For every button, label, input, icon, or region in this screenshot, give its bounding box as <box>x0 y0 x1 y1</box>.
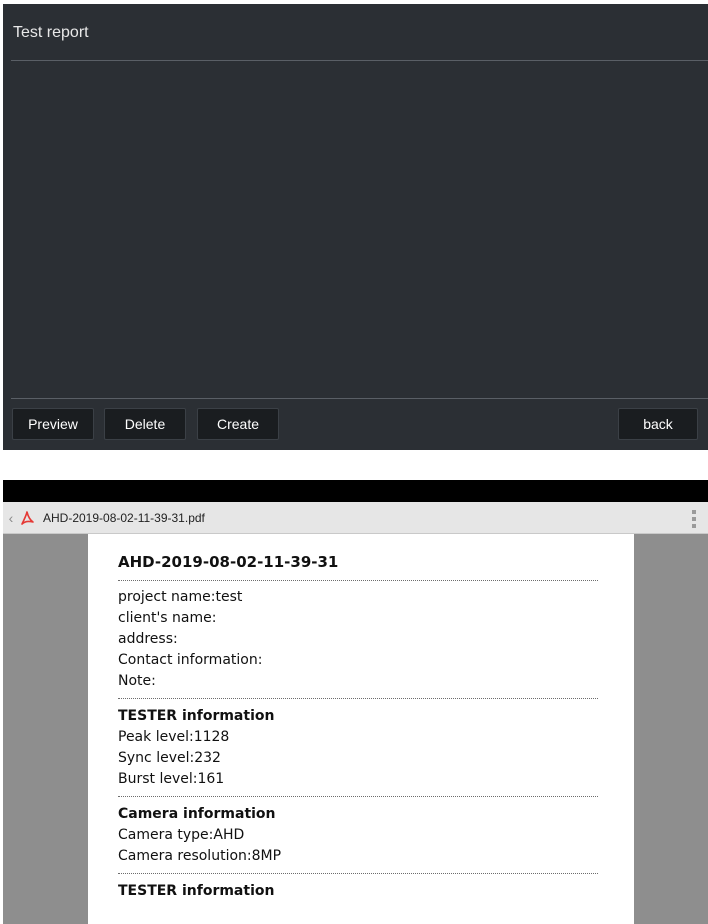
pdf-icon <box>19 510 35 526</box>
file-name: AHD-2019-08-02-11-39-31.pdf <box>43 510 205 525</box>
tester-heading: TESTER information <box>118 708 275 724</box>
status-bar <box>3 480 708 502</box>
sync-level: Sync level:232 <box>118 750 221 766</box>
overflow-dot <box>692 524 696 528</box>
pdf-page-content: AHD-2019-08-02-11-39-31 project name:tes… <box>118 550 598 902</box>
client-name: client's name: <box>118 610 217 626</box>
contact-information: Contact information: <box>118 652 263 668</box>
dotted-separator <box>118 796 598 797</box>
address: address: <box>118 631 178 647</box>
preview-button[interactable]: Preview <box>12 408 94 440</box>
report-list[interactable] <box>11 61 708 398</box>
chevron-left-icon[interactable]: ‹ <box>5 510 17 526</box>
back-button[interactable]: back <box>618 408 698 440</box>
viewer-toolbar: ‹ AHD-2019-08-02-11-39-31.pdf <box>3 502 708 534</box>
burst-level: Burst level:161 <box>118 771 225 787</box>
dotted-separator <box>118 873 598 874</box>
dotted-separator <box>118 580 598 581</box>
bottom-divider <box>11 398 708 399</box>
overflow-dot <box>692 517 696 521</box>
overflow-menu-icon[interactable] <box>692 510 696 528</box>
pdf-icon-glyph <box>21 510 34 525</box>
document-title: AHD-2019-08-02-11-39-31 <box>118 553 339 571</box>
pdf-viewer: ‹ AHD-2019-08-02-11-39-31.pdf AHD-2019-0… <box>3 480 708 924</box>
peak-level: Peak level:1128 <box>118 729 230 745</box>
delete-button[interactable]: Delete <box>104 408 186 440</box>
create-button[interactable]: Create <box>197 408 279 440</box>
project-name: project name:test <box>118 589 243 605</box>
dotted-separator <box>118 698 598 699</box>
note: Note: <box>118 673 156 689</box>
tester-heading-2: TESTER information <box>118 883 275 899</box>
pdf-page[interactable]: AHD-2019-08-02-11-39-31 project name:tes… <box>88 534 634 924</box>
camera-heading: Camera information <box>118 806 276 822</box>
page-title: Test report <box>13 24 89 41</box>
camera-resolution: Camera resolution:8MP <box>118 848 282 864</box>
camera-type: Camera type:AHD <box>118 827 245 843</box>
test-report-panel: Test report Preview Delete Create back <box>3 4 708 450</box>
overflow-dot <box>692 510 696 514</box>
